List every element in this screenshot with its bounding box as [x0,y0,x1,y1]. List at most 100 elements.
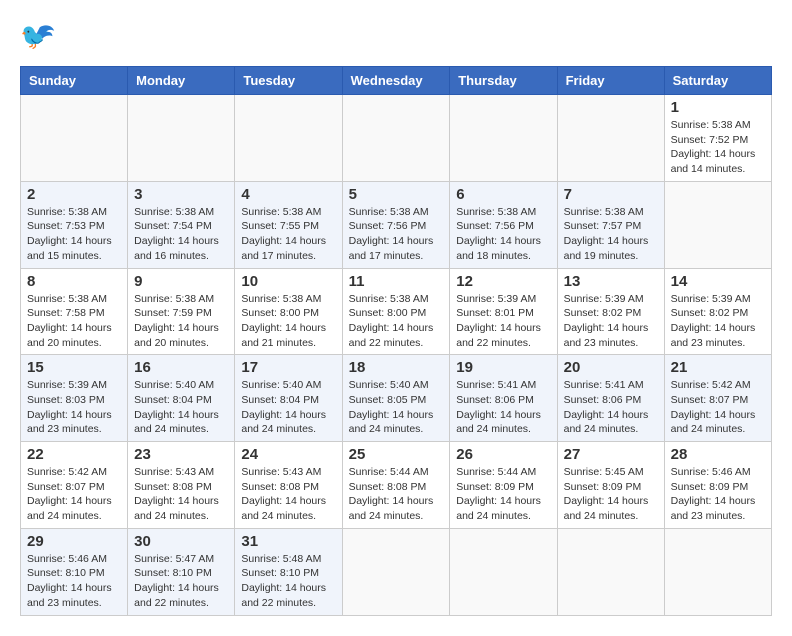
calendar-cell: 11 Sunrise: 5:38 AM Sunset: 8:00 PM Dayli… [342,268,450,355]
calendar-week-row: 8 Sunrise: 5:38 AM Sunset: 7:58 PM Daylig… [21,268,772,355]
calendar-cell: 18 Sunrise: 5:40 AM Sunset: 8:05 PM Dayli… [342,355,450,442]
day-number: 13 [564,273,658,290]
day-info: Sunrise: 5:40 AM Sunset: 8:04 PM Dayligh… [241,379,326,435]
day-info: Sunrise: 5:43 AM Sunset: 8:08 PM Dayligh… [241,466,326,522]
calendar-cell-empty [450,95,557,182]
day-info: Sunrise: 5:39 AM Sunset: 8:01 PM Dayligh… [456,293,541,349]
calendar-cell: 30Sunrise: 5:47 AM Sunset: 8:10 PM Dayli… [128,528,235,615]
day-info: Sunrise: 5:41 AM Sunset: 8:06 PM Dayligh… [456,379,541,435]
day-number: 27 [564,446,658,463]
calendar-week-row: 1Sunrise: 5:38 AM Sunset: 7:52 PM Daylig… [21,95,772,182]
day-of-week-header: Wednesday [342,67,450,95]
calendar-cell-empty [342,528,450,615]
day-info: Sunrise: 5:48 AM Sunset: 8:10 PM Dayligh… [241,553,326,609]
day-info: Sunrise: 5:38 AM Sunset: 7:56 PM Dayligh… [456,206,541,262]
calendar-cell-empty [557,95,664,182]
day-info: Sunrise: 5:44 AM Sunset: 8:09 PM Dayligh… [456,466,541,522]
calendar-cell: 23Sunrise: 5:43 AM Sunset: 8:08 PM Dayli… [128,442,235,529]
calendar-cell: 25 Sunrise: 5:44 AM Sunset: 8:08 PM Dayli… [342,442,450,529]
day-info: Sunrise: 5:40 AM Sunset: 8:05 PM Dayligh… [349,379,434,435]
calendar-cell: 17 Sunrise: 5:40 AM Sunset: 8:04 PM Dayli… [235,355,342,442]
calendar-cell: 26Sunrise: 5:44 AM Sunset: 8:09 PM Dayli… [450,442,557,529]
day-of-week-header: Sunday [21,67,128,95]
day-info: Sunrise: 5:42 AM Sunset: 8:07 PM Dayligh… [671,379,756,435]
day-info: Sunrise: 5:44 AM Sunset: 8:08 PM Dayligh… [349,466,434,522]
calendar-cell-empty [128,95,235,182]
day-number: 4 [241,186,335,203]
day-number: 7 [564,186,658,203]
day-number: 19 [456,359,550,376]
calendar-cell: 10Sunrise: 5:38 AM Sunset: 8:00 PM Dayli… [235,268,342,355]
day-number: 14 [671,273,765,290]
calendar-cell: 28 Sunrise: 5:46 AM Sunset: 8:09 PM Dayli… [664,442,771,529]
calendar-table: SundayMondayTuesdayWednesdayThursdayFrid… [20,66,772,616]
day-info: Sunrise: 5:39 AM Sunset: 8:02 PM Dayligh… [671,293,756,349]
day-info: Sunrise: 5:43 AM Sunset: 8:08 PM Dayligh… [134,466,219,522]
day-of-week-header: Saturday [664,67,771,95]
calendar-cell: 3 Sunrise: 5:38 AM Sunset: 7:54 PM Daylig… [128,181,235,268]
calendar-cell: 15 Sunrise: 5:39 AM Sunset: 8:03 PM Dayli… [21,355,128,442]
day-number: 15 [27,359,121,376]
day-info: Sunrise: 5:38 AM Sunset: 7:56 PM Dayligh… [349,206,434,262]
day-info: Sunrise: 5:39 AM Sunset: 8:03 PM Dayligh… [27,379,112,435]
day-info: Sunrise: 5:38 AM Sunset: 7:58 PM Dayligh… [27,293,112,349]
calendar-cell: 4 Sunrise: 5:38 AM Sunset: 7:55 PM Daylig… [235,181,342,268]
day-number: 6 [456,186,550,203]
day-number: 17 [241,359,335,376]
calendar-cell: 1Sunrise: 5:38 AM Sunset: 7:52 PM Daylig… [664,95,771,182]
day-info: Sunrise: 5:46 AM Sunset: 8:10 PM Dayligh… [27,553,112,609]
day-info: Sunrise: 5:38 AM Sunset: 7:54 PM Dayligh… [134,206,219,262]
day-number: 18 [349,359,444,376]
calendar-cell-empty [21,95,128,182]
calendar-week-row: 22 Sunrise: 5:42 AM Sunset: 8:07 PM Dayli… [21,442,772,529]
day-info: Sunrise: 5:38 AM Sunset: 7:59 PM Dayligh… [134,293,219,349]
calendar-cell-empty [664,528,771,615]
day-number: 21 [671,359,765,376]
calendar-cell: 16 Sunrise: 5:40 AM Sunset: 8:04 PM Dayli… [128,355,235,442]
calendar-cell: 31 Sunrise: 5:48 AM Sunset: 8:10 PM Dayli… [235,528,342,615]
calendar-week-row: 29 Sunrise: 5:46 AM Sunset: 8:10 PM Dayli… [21,528,772,615]
day-number: 5 [349,186,444,203]
calendar-cell: 29 Sunrise: 5:46 AM Sunset: 8:10 PM Dayli… [21,528,128,615]
day-number: 11 [349,273,444,290]
day-info: Sunrise: 5:46 AM Sunset: 8:09 PM Dayligh… [671,466,756,522]
day-info: Sunrise: 5:39 AM Sunset: 8:02 PM Dayligh… [564,293,649,349]
logo-icon: 🐦 [20,20,56,56]
calendar-cell: 27 Sunrise: 5:45 AM Sunset: 8:09 PM Dayli… [557,442,664,529]
calendar-cell: 13 Sunrise: 5:39 AM Sunset: 8:02 PM Dayli… [557,268,664,355]
day-of-week-header: Thursday [450,67,557,95]
day-number: 29 [27,533,121,550]
day-number: 16 [134,359,228,376]
day-of-week-header: Tuesday [235,67,342,95]
day-info: Sunrise: 5:38 AM Sunset: 7:52 PM Dayligh… [671,119,756,175]
day-info: Sunrise: 5:38 AM Sunset: 7:53 PM Dayligh… [27,206,112,262]
day-number: 22 [27,446,121,463]
day-info: Sunrise: 5:41 AM Sunset: 8:06 PM Dayligh… [564,379,649,435]
calendar-cell: 20 Sunrise: 5:41 AM Sunset: 8:06 PM Dayli… [557,355,664,442]
calendar-cell-empty [342,95,450,182]
calendar-cell: 12 Sunrise: 5:39 AM Sunset: 8:01 PM Dayli… [450,268,557,355]
calendar-cell: 7Sunrise: 5:38 AM Sunset: 7:57 PM Daylig… [557,181,664,268]
calendar-cell: 22 Sunrise: 5:42 AM Sunset: 8:07 PM Dayli… [21,442,128,529]
calendar-cell: 8 Sunrise: 5:38 AM Sunset: 7:58 PM Daylig… [21,268,128,355]
day-number: 2 [27,186,121,203]
day-number: 8 [27,273,121,290]
day-info: Sunrise: 5:45 AM Sunset: 8:09 PM Dayligh… [564,466,649,522]
calendar-cell: 19 Sunrise: 5:41 AM Sunset: 8:06 PM Dayli… [450,355,557,442]
calendar-cell: 9Sunrise: 5:38 AM Sunset: 7:59 PM Daylig… [128,268,235,355]
calendar-cell-empty [664,181,771,268]
day-info: Sunrise: 5:42 AM Sunset: 8:07 PM Dayligh… [27,466,112,522]
calendar-header-row: SundayMondayTuesdayWednesdayThursdayFrid… [21,67,772,95]
calendar-cell: 2 Sunrise: 5:38 AM Sunset: 7:53 PM Daylig… [21,181,128,268]
day-info: Sunrise: 5:40 AM Sunset: 8:04 PM Dayligh… [134,379,219,435]
day-number: 12 [456,273,550,290]
day-info: Sunrise: 5:47 AM Sunset: 8:10 PM Dayligh… [134,553,219,609]
day-number: 31 [241,533,335,550]
logo: 🐦 [20,20,60,56]
day-number: 28 [671,446,765,463]
day-number: 20 [564,359,658,376]
day-number: 25 [349,446,444,463]
day-number: 3 [134,186,228,203]
day-info: Sunrise: 5:38 AM Sunset: 7:55 PM Dayligh… [241,206,326,262]
day-info: Sunrise: 5:38 AM Sunset: 8:00 PM Dayligh… [349,293,434,349]
